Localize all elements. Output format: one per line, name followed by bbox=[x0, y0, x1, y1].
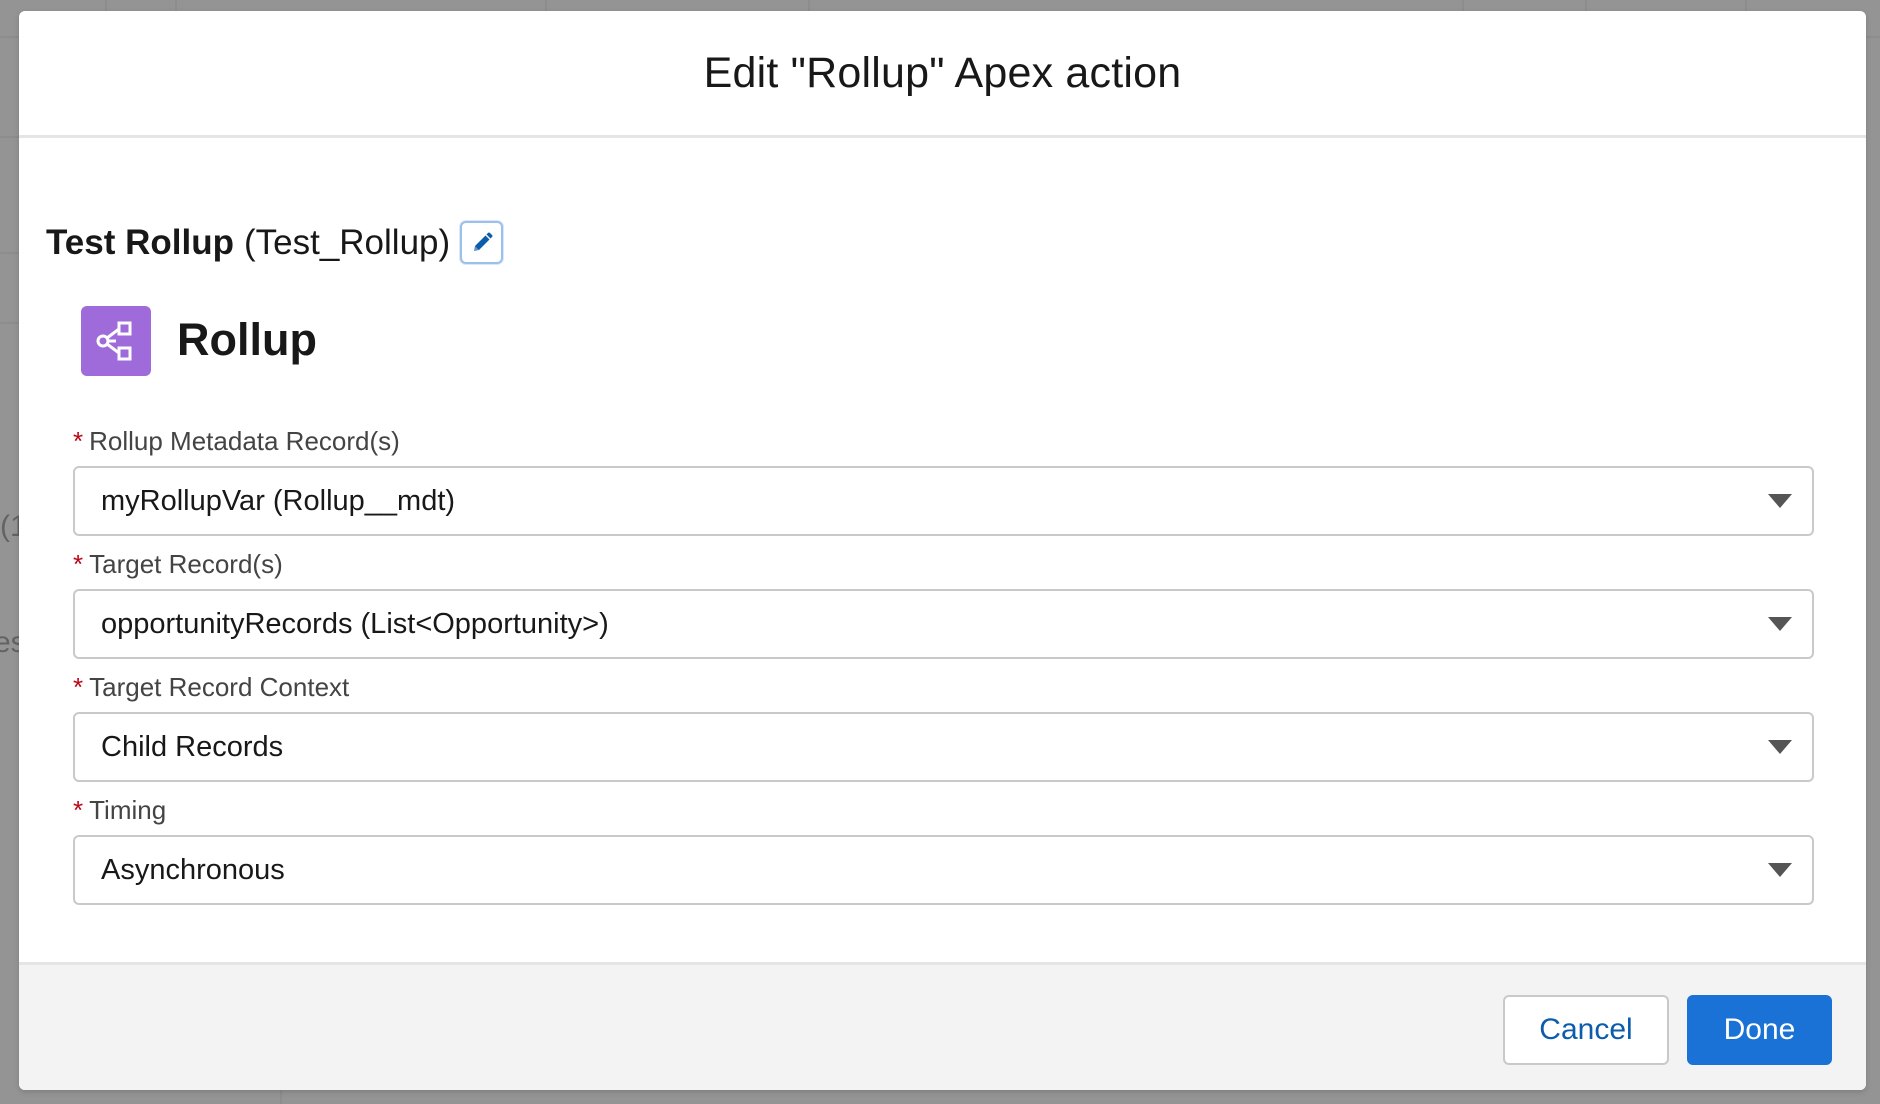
modal-footer: Cancel Done bbox=[19, 962, 1866, 1090]
action-label: Test Rollup bbox=[46, 222, 234, 262]
combobox-value: opportunityRecords (List<Opportunity>) bbox=[101, 607, 609, 640]
modal-body: Test Rollup (Test_Rollup) Rollup * Rollu… bbox=[19, 138, 1866, 959]
pencil-icon bbox=[473, 232, 493, 251]
combobox-value: myRollupVar (Rollup__mdt) bbox=[101, 484, 456, 517]
caret-down-icon[interactable] bbox=[1768, 494, 1792, 508]
modal-header: Edit "Rollup" Apex action bbox=[19, 11, 1866, 138]
field-label: * Rollup Metadata Record(s) bbox=[73, 424, 1814, 458]
target-records-combobox[interactable]: opportunityRecords (List<Opportunity>) bbox=[73, 589, 1814, 659]
field-label: * Target Record Context bbox=[73, 670, 1814, 704]
modal-title: Edit "Rollup" Apex action bbox=[703, 48, 1182, 97]
required-marker: * bbox=[73, 794, 84, 825]
field-label: * Target Record(s) bbox=[73, 547, 1814, 581]
rollup-metadata-combobox[interactable]: myRollupVar (Rollup__mdt) bbox=[73, 466, 1814, 536]
caret-down-icon[interactable] bbox=[1768, 740, 1792, 754]
timing-combobox[interactable]: Asynchronous bbox=[73, 835, 1814, 905]
edit-apex-action-modal: Edit "Rollup" Apex action Test Rollup (T… bbox=[19, 11, 1866, 1090]
edit-label-button[interactable] bbox=[460, 221, 504, 264]
caret-down-icon[interactable] bbox=[1768, 617, 1792, 631]
field-label-text: Target Record Context bbox=[89, 671, 350, 702]
required-marker: * bbox=[73, 671, 84, 702]
target-record-context-combobox[interactable]: Child Records bbox=[73, 712, 1814, 782]
field-target-records: * Target Record(s) opportunityRecords (L… bbox=[73, 547, 1814, 659]
field-label-text: Target Record(s) bbox=[89, 548, 283, 579]
combobox-value: Child Records bbox=[101, 730, 284, 763]
required-marker: * bbox=[73, 548, 84, 579]
apex-action-icon bbox=[81, 306, 151, 376]
caret-down-icon[interactable] bbox=[1768, 863, 1792, 877]
cancel-button[interactable]: Cancel bbox=[1503, 995, 1669, 1065]
field-rollup-metadata-records: * Rollup Metadata Record(s) myRollupVar … bbox=[73, 424, 1814, 536]
done-button[interactable]: Done bbox=[1687, 995, 1832, 1065]
action-name-row: Test Rollup (Test_Rollup) bbox=[46, 221, 504, 264]
action-api-name: (Test_Rollup) bbox=[243, 222, 451, 262]
field-label-text: Timing bbox=[89, 794, 167, 825]
field-label: * Timing bbox=[73, 793, 1814, 827]
field-timing: * Timing Asynchronous bbox=[73, 793, 1814, 905]
apex-class-title: Rollup bbox=[177, 314, 317, 365]
field-label-text: Rollup Metadata Record(s) bbox=[89, 425, 400, 456]
combobox-value: Asynchronous bbox=[101, 853, 285, 886]
field-target-record-context: * Target Record Context Child Records bbox=[73, 670, 1814, 782]
required-marker: * bbox=[73, 425, 84, 456]
